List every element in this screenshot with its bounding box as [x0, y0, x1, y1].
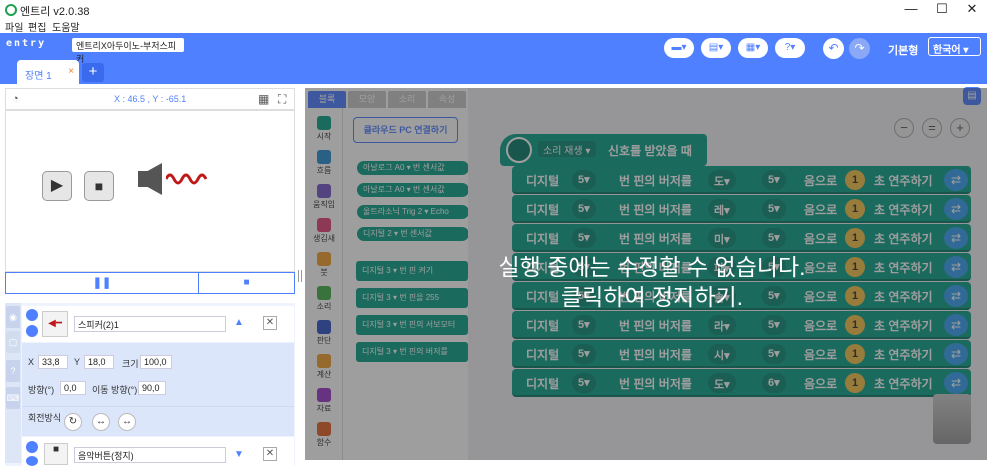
menu-file[interactable]: 파일	[5, 19, 23, 34]
stop-button[interactable]: ■	[199, 273, 294, 293]
stage-controls: ❚❚ ■	[5, 272, 295, 294]
rotation-method-row: 회전방식 ↻ ↔ ↔	[22, 406, 294, 436]
delete-object-icon[interactable]: ✕	[263, 447, 277, 461]
expand-icon[interactable]: ▼	[234, 449, 244, 460]
menu-bar: 파일 편집 도움말	[0, 19, 987, 34]
collapse-icon[interactable]: ▲	[234, 317, 244, 328]
lock-icon[interactable]	[26, 456, 38, 466]
size-label: 크기	[122, 359, 139, 369]
speaker-sprite[interactable]	[138, 163, 162, 195]
y-field[interactable]: 18,0	[84, 355, 114, 369]
delete-object-icon[interactable]: ✕	[263, 316, 277, 330]
object-tab-icon[interactable]: ◉	[6, 306, 20, 328]
redo-icon[interactable]: ↷	[849, 38, 870, 59]
object-card-music-button[interactable]: ■ 음악버튼(정지) ▼ ✕	[22, 437, 294, 466]
object-name-field[interactable]: 음악버튼(정지)	[74, 447, 226, 463]
sound-wave-sprite	[166, 173, 208, 185]
panel-resize-handle[interactable]	[298, 270, 302, 282]
object-name-field[interactable]: 스피커(2)1	[74, 316, 226, 332]
menu-edit[interactable]: 편집	[28, 19, 46, 34]
tab-scene-1[interactable]: 장면 1 ×	[17, 60, 79, 84]
project-name-input[interactable]: 엔트리X아두이노-부저스피커	[72, 38, 184, 64]
running-message-line1: 실행 중에는 수정할 수 없습니다.	[498, 254, 806, 280]
close-button[interactable]: ✕	[957, 0, 987, 20]
visibility-icon[interactable]	[26, 309, 38, 321]
x-label: X	[28, 357, 35, 367]
window-title: 엔트리 v2.0.38	[20, 6, 90, 18]
visibility-icon[interactable]	[26, 441, 38, 453]
close-icon[interactable]: ×	[68, 66, 74, 77]
stage-toolbar: ◔ X : 46.5 , Y : -65.1 ▦ ⛶	[5, 88, 295, 110]
fullscreen-icon[interactable]: ⛶	[278, 92, 286, 107]
add-scene-button[interactable]: +	[82, 63, 104, 82]
save-menu-button[interactable]: ▤▾	[701, 38, 731, 58]
move-direction-label: 이동 방향(°)	[92, 385, 138, 395]
play-sprite[interactable]: ▶	[42, 171, 72, 201]
size-field[interactable]: 100,0	[140, 355, 172, 369]
undo-icon[interactable]: ↶	[823, 38, 844, 59]
rotate-horizontal-icon[interactable]: ↔	[92, 413, 110, 431]
object-card-speaker[interactable]: ◀━ 스피커(2)1 ▲ ✕	[22, 306, 294, 342]
question-icon[interactable]: ?	[6, 360, 20, 382]
scene-tab-icon[interactable]: ▢	[6, 331, 20, 353]
app-icon	[5, 4, 17, 16]
x-field[interactable]: 33,8	[38, 355, 68, 369]
entry-logo[interactable]: entry	[6, 38, 66, 52]
stop-thumbnail-icon: ■	[44, 443, 68, 465]
grid-icon[interactable]: ▦	[258, 92, 269, 106]
maximize-button[interactable]: ☐	[927, 0, 957, 20]
lock-icon[interactable]	[26, 325, 38, 337]
stage-canvas[interactable]: ▶ ■	[5, 110, 295, 272]
speedometer-icon[interactable]: ◔	[12, 93, 19, 105]
language-select[interactable]: 한국어 ▾	[928, 37, 981, 56]
coordinates-readout: X : 46.5 , Y : -65.1	[114, 94, 187, 104]
keyboard-icon[interactable]: ⌨	[6, 387, 20, 409]
direction-label: 방향(°)	[28, 385, 55, 395]
y-label: Y	[74, 357, 81, 367]
move-direction-field[interactable]: 90,0	[138, 381, 166, 395]
calendar-icon[interactable]: ▦▾	[738, 38, 768, 58]
title-bar: 엔트리 v2.0.38 — ☐ ✕	[0, 0, 987, 20]
speaker-thumbnail-icon: ◀━	[42, 311, 68, 337]
rotation-label: 회전방식	[28, 413, 62, 423]
stop-sprite[interactable]: ■	[84, 171, 114, 201]
scene-label: 장면 1	[25, 71, 52, 82]
direction-field[interactable]: 0,0	[60, 381, 86, 395]
running-message[interactable]: 실행 중에는 수정할 수 없습니다. 클릭하여 정지하기.	[472, 252, 832, 312]
running-message-line2: 클릭하여 정지하기.	[560, 284, 744, 310]
pause-button[interactable]: ❚❚	[6, 273, 199, 293]
new-project-button[interactable]: ▬▾	[664, 38, 694, 58]
language-value: 한국어	[933, 45, 961, 56]
mode-label[interactable]: 기본형	[888, 42, 918, 58]
object-side-tabs: ◉ ▢ ? ⌨	[5, 303, 21, 463]
rotate-none-icon[interactable]: ↔	[118, 413, 136, 431]
rotate-free-icon[interactable]: ↻	[64, 413, 82, 431]
minimize-button[interactable]: —	[896, 0, 926, 20]
help-button[interactable]: ?▾	[775, 38, 805, 58]
object-properties: X 33,8 Y 18,0 크기 100,0 방향(°) 0,0 이동 방향(°…	[22, 343, 294, 406]
menu-help[interactable]: 도움말	[52, 19, 80, 34]
